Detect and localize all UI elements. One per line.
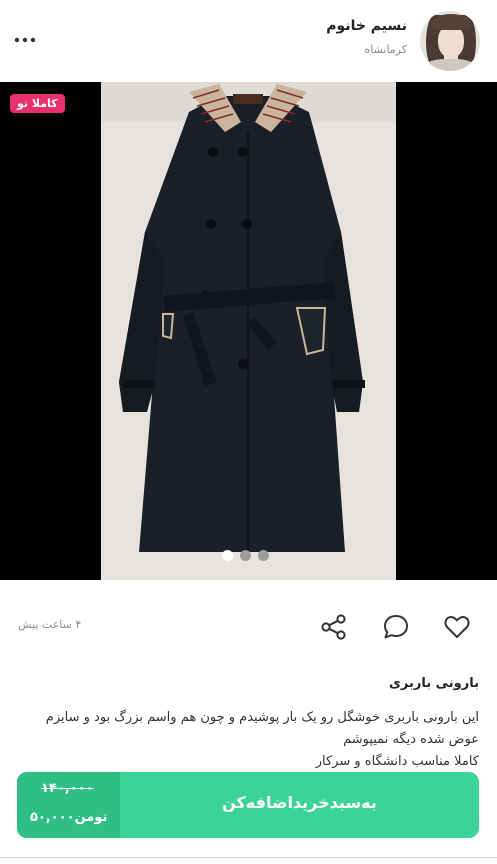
seller-avatar[interactable] (420, 11, 480, 71)
product-photo (101, 82, 396, 580)
comment-icon (384, 615, 408, 639)
bottom-divider (0, 857, 497, 858)
add-to-cart-label: به‌سبد‌خرید‌اضافه‌کن (222, 793, 377, 812)
product-page: نسیم خانوم کرمانشاه کاملا نو ۴ ساعت پیش … (0, 0, 497, 864)
share-button[interactable] (319, 612, 349, 642)
more-options-button[interactable] (12, 29, 38, 51)
add-to-cart-button[interactable]: ۱۴۰,۰۰۰ تومن۵۰,۰۰۰ به‌سبد‌خرید‌اضافه‌کن (17, 772, 479, 838)
more-horizontal-icon (14, 37, 36, 43)
seller-city: کرمانشاه (364, 43, 407, 56)
currency-label: تومن (74, 810, 108, 825)
product-image-carousel[interactable]: کاملا نو (0, 82, 497, 580)
heart-icon (444, 616, 470, 638)
share-icon (321, 614, 346, 640)
carousel-dot-3[interactable] (258, 550, 269, 561)
product-title: بارونی باربری (388, 676, 479, 691)
new-price-value: ۵۰,۰۰۰ (30, 810, 75, 825)
comment-button[interactable] (381, 612, 411, 642)
old-price: ۱۴۰,۰۰۰ (41, 781, 94, 796)
seller-header: نسیم خانوم کرمانشاه (0, 0, 497, 82)
like-button[interactable] (442, 612, 472, 642)
condition-badge: کاملا نو (10, 94, 65, 113)
carousel-dot-2[interactable] (240, 550, 251, 561)
carousel-dot-1[interactable] (222, 550, 233, 561)
description-line-2: عوض شده دیگه نمیپوشم (343, 732, 479, 747)
new-price: تومن۵۰,۰۰۰ (30, 810, 107, 825)
posted-time: ۴ ساعت پیش (18, 618, 82, 631)
seller-name[interactable]: نسیم خانوم (326, 18, 407, 34)
carousel-indicator (222, 550, 269, 562)
description-line-1: این بارونی باربری خوشگل رو یک بار پوشیدم… (45, 710, 479, 725)
description-line-3: کاملا مناسب دانشگاه و سرکار (315, 754, 479, 769)
price-box: ۱۴۰,۰۰۰ تومن۵۰,۰۰۰ (17, 772, 120, 838)
